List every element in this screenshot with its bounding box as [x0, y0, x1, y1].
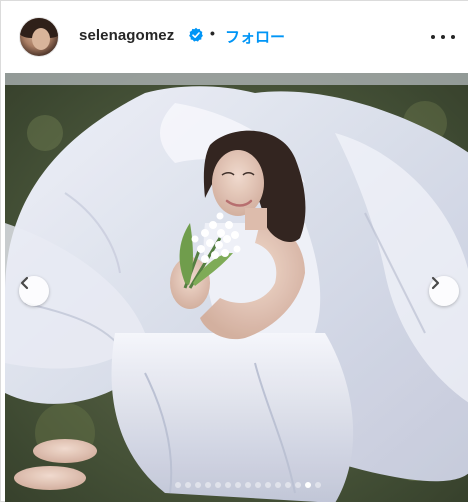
- carousel-dot: [315, 482, 321, 488]
- carousel-next-button[interactable]: [429, 276, 459, 306]
- carousel-prev-button[interactable]: [19, 276, 49, 306]
- verified-badge-icon: [189, 27, 203, 42]
- carousel-dot: [225, 482, 231, 488]
- instagram-post: selenagomez • フォロー: [0, 0, 468, 502]
- carousel-dot: [215, 482, 221, 488]
- post-header: selenagomez • フォロー: [1, 1, 468, 73]
- avatar[interactable]: [19, 17, 59, 57]
- carousel-dot: [185, 482, 191, 488]
- carousel-dot: [245, 482, 251, 488]
- carousel-dot: [195, 482, 201, 488]
- carousel-dot: [235, 482, 241, 488]
- wedding-photo: [5, 73, 468, 502]
- carousel-dot: [205, 482, 211, 488]
- username[interactable]: selenagomez: [79, 27, 174, 44]
- carousel-dot: [295, 482, 301, 488]
- carousel-dot: [305, 482, 311, 488]
- carousel-dot: [175, 482, 181, 488]
- carousel-dot: [275, 482, 281, 488]
- chevron-right-icon: [431, 276, 440, 290]
- carousel-dot: [265, 482, 271, 488]
- separator: •: [210, 25, 215, 41]
- more-options-icon[interactable]: [431, 27, 455, 47]
- carousel-dot: [255, 482, 261, 488]
- follow-button[interactable]: フォロー: [225, 26, 285, 47]
- carousel-dot: [285, 482, 291, 488]
- carousel-indicator: [5, 479, 468, 491]
- chevron-left-icon: [20, 276, 29, 290]
- post-image[interactable]: [5, 73, 468, 502]
